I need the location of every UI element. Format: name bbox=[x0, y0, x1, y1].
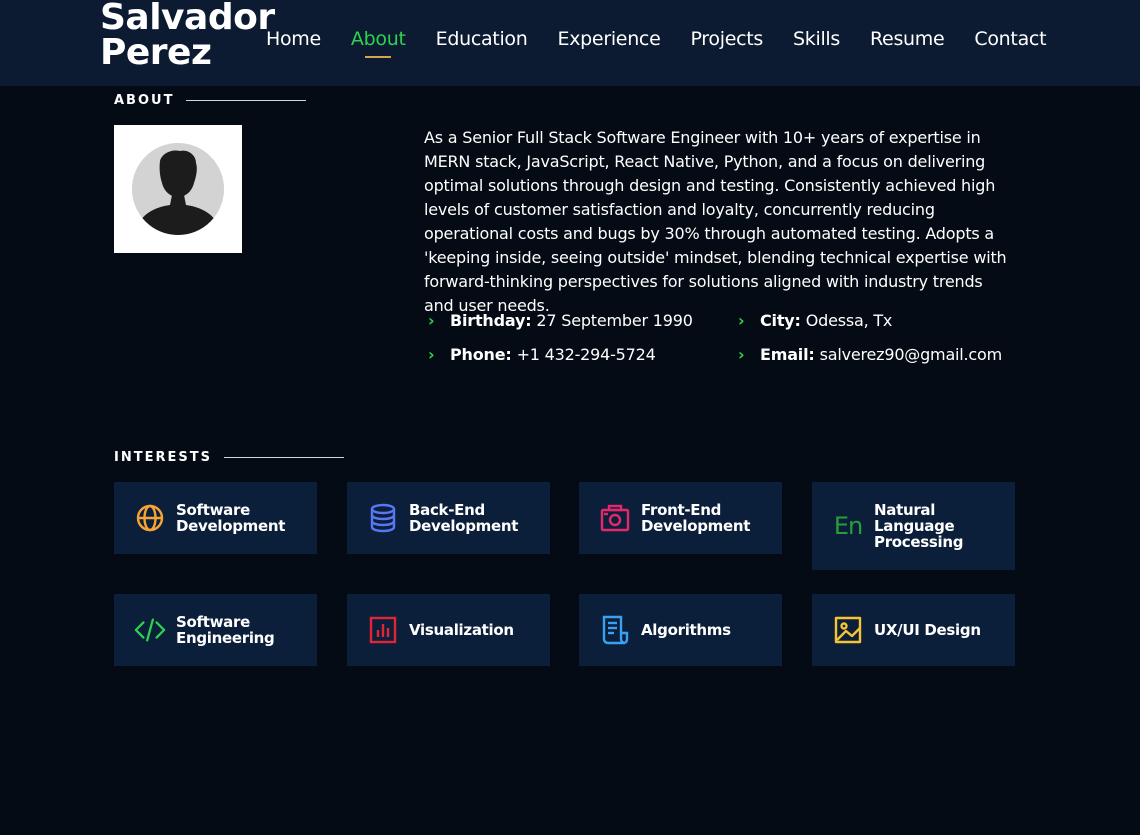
about-bio: As a Senior Full Stack Software Engineer… bbox=[424, 128, 1007, 315]
interest-label: Back-End Development bbox=[409, 501, 519, 535]
site-logo[interactable]: Salvador Perez bbox=[100, 0, 280, 71]
info-email: › Email: salverez90@gmail.com bbox=[734, 345, 1002, 364]
info-value: 27 September 1990 bbox=[536, 311, 693, 330]
info-label: Email: bbox=[760, 345, 815, 364]
interest-card-front-end-development: Front-End Development bbox=[579, 482, 782, 554]
info-phone: › Phone: +1 432-294-5724 bbox=[424, 345, 656, 364]
interest-label: Algorithms bbox=[641, 621, 731, 639]
interest-label: Visualization bbox=[409, 621, 514, 639]
info-city: › City: Odessa, Tx bbox=[734, 311, 892, 330]
logo-first-name[interactable]: Salvador bbox=[100, 0, 280, 36]
about-section-title: ABOUT bbox=[114, 93, 307, 108]
interest-label: Software Development bbox=[176, 501, 286, 535]
globe-icon bbox=[134, 502, 166, 534]
info-label: Birthday: bbox=[450, 311, 532, 330]
interest-label: Natural Language Processing bbox=[874, 501, 964, 551]
info-label: City: bbox=[760, 311, 801, 330]
interest-card-ux-ui-design: UX/UI Design bbox=[812, 594, 1015, 666]
nav-home[interactable]: Home bbox=[266, 28, 321, 50]
title-divider bbox=[223, 457, 344, 458]
interest-card-software-engineering: Software Engineering bbox=[114, 594, 317, 666]
info-birthday: › Birthday: 27 September 1990 bbox=[424, 311, 693, 330]
interests-section-title: INTERESTS bbox=[114, 450, 344, 465]
info-value[interactable]: salverez90@gmail.com bbox=[820, 345, 1003, 364]
interest-card-algorithms: Algorithms bbox=[579, 594, 782, 666]
title-divider bbox=[186, 100, 307, 101]
nav-experience[interactable]: Experience bbox=[558, 28, 661, 50]
info-value: Odessa, Tx bbox=[805, 311, 893, 330]
image-icon bbox=[832, 614, 864, 646]
nav-about[interactable]: About bbox=[351, 28, 406, 58]
bar-chart-icon bbox=[367, 614, 399, 646]
database-icon bbox=[367, 502, 399, 534]
logo-last-name[interactable]: Perez bbox=[100, 35, 280, 71]
profile-photo bbox=[114, 125, 242, 253]
language-icon: En bbox=[833, 512, 863, 540]
avatar-placeholder-icon bbox=[132, 143, 224, 235]
interest-label: Software Engineering bbox=[176, 613, 275, 647]
site-header: Salvador Perez Home About Education Expe… bbox=[0, 0, 1140, 86]
nav-projects[interactable]: Projects bbox=[690, 28, 763, 50]
interest-card-back-end-development: Back-End Development bbox=[347, 482, 550, 554]
interest-label: Front-End Development bbox=[641, 501, 751, 535]
chevron-right-icon: › bbox=[428, 311, 435, 330]
nav-contact[interactable]: Contact bbox=[974, 28, 1046, 50]
nav-education[interactable]: Education bbox=[436, 28, 528, 50]
interests-title: INTERESTS bbox=[114, 450, 212, 465]
nav-resume[interactable]: Resume bbox=[870, 28, 945, 50]
main-nav: Home About Education Experience Projects… bbox=[266, 28, 1047, 58]
interest-card-software-development: Software Development bbox=[114, 482, 317, 554]
interest-card-natural-language-processing: En Natural Language Processing bbox=[812, 482, 1015, 570]
chevron-right-icon: › bbox=[738, 311, 745, 330]
info-value: +1 432-294-5724 bbox=[516, 345, 656, 364]
nav-skills[interactable]: Skills bbox=[793, 28, 840, 50]
interest-label: UX/UI Design bbox=[874, 621, 981, 639]
document-icon bbox=[599, 614, 631, 646]
info-label: Phone: bbox=[450, 345, 512, 364]
camera-icon bbox=[599, 502, 631, 534]
interest-card-visualization: Visualization bbox=[347, 594, 550, 666]
code-icon bbox=[134, 614, 166, 646]
chevron-right-icon: › bbox=[738, 345, 745, 364]
chevron-right-icon: › bbox=[428, 345, 435, 364]
about-title: ABOUT bbox=[114, 93, 175, 108]
